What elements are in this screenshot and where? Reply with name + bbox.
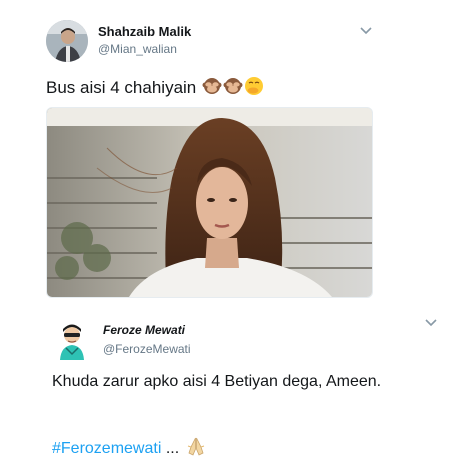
chevron-down-icon[interactable] bbox=[424, 318, 438, 328]
tweet-text-body: Bus aisi 4 chahiyain bbox=[46, 78, 197, 97]
reply-author-name[interactable]: Feroze Mewati bbox=[103, 323, 185, 337]
reply-avatar[interactable] bbox=[52, 320, 92, 360]
avatar[interactable] bbox=[46, 20, 88, 62]
author-name[interactable]: Shahzaib Malik bbox=[98, 24, 191, 39]
reply-text: Khuda zarur apko aisi 4 Betiyan dega, Am… bbox=[52, 373, 382, 390]
folded-hands-icon bbox=[185, 435, 207, 457]
ellipsis: ... bbox=[161, 440, 180, 457]
chevron-down-icon[interactable] bbox=[359, 26, 373, 36]
see-no-evil-monkey-icon bbox=[202, 76, 222, 96]
hashtag-link[interactable]: #Ferozemewati bbox=[52, 440, 161, 457]
see-no-evil-monkey-icon bbox=[223, 76, 243, 96]
author-handle[interactable]: @Mian_walian bbox=[98, 42, 177, 56]
face-with-hand-over-mouth-icon bbox=[244, 76, 264, 96]
tweet-card[interactable]: Shahzaib Malik @Mian_walian Bus aisi 4 c… bbox=[0, 0, 450, 300]
tweet-photo[interactable] bbox=[46, 107, 373, 298]
tweet-text: Bus aisi 4 chahiyain bbox=[46, 76, 264, 98]
hashtag-line: #Ferozemewati ... bbox=[52, 435, 207, 458]
reply-author-handle[interactable]: @FerozeMewati bbox=[103, 342, 191, 356]
